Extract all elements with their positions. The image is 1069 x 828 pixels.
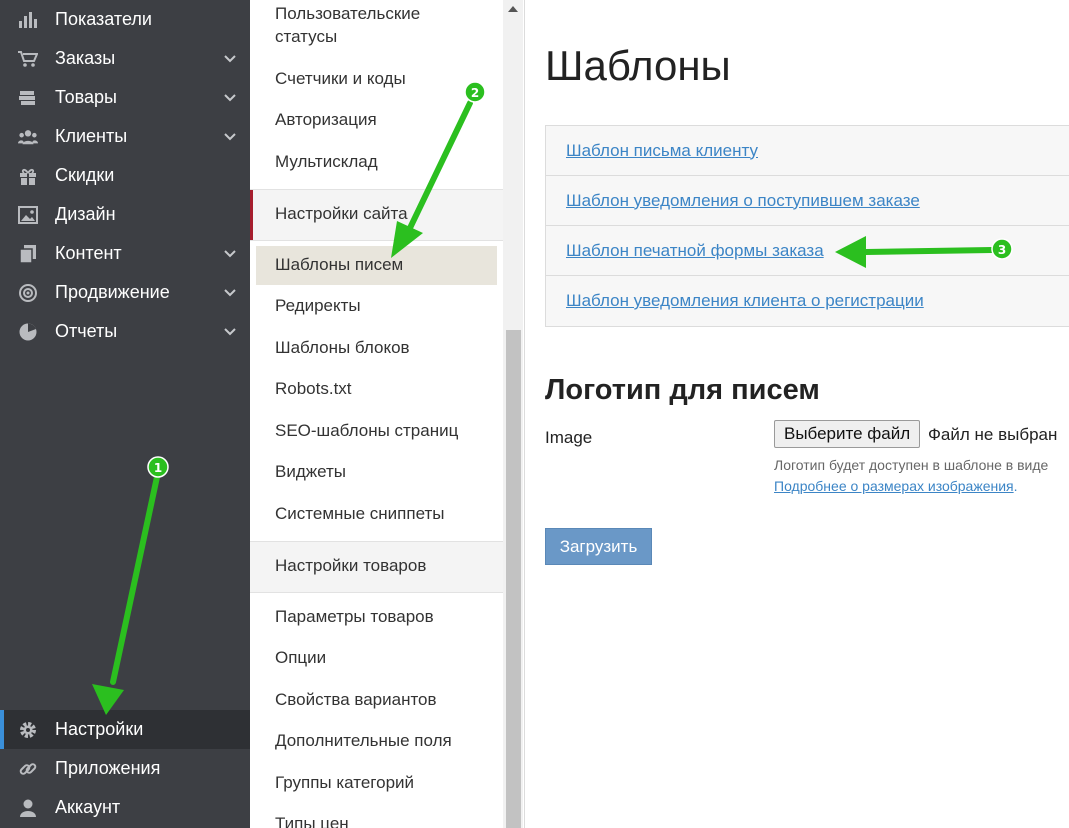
page-title: Шаблоны xyxy=(545,42,731,89)
template-row: Шаблон уведомления о поступившем заказе xyxy=(546,176,1069,226)
sidebar-item-label: Скидки xyxy=(55,165,115,185)
submenu-item-seo-templates[interactable]: SEO-шаблоны страниц xyxy=(275,419,458,443)
submenu-item-extra-fields[interactable]: Дополнительные поля xyxy=(275,729,452,753)
scroll-up-arrow-icon[interactable] xyxy=(508,6,518,12)
chevron-down-icon xyxy=(224,328,236,336)
upload-button[interactable]: Загрузить xyxy=(545,528,652,565)
submenu-item-category-groups[interactable]: Группы категорий xyxy=(275,771,414,795)
image-size-link[interactable]: Подробнее о размерах изображения xyxy=(774,478,1014,494)
submenu-section-site-settings[interactable]: Настройки сайта xyxy=(250,189,503,241)
submenu-item-price-types[interactable]: Типы цен xyxy=(275,812,349,828)
sidebar-item-label: Дизайн xyxy=(55,204,116,224)
image-icon xyxy=(18,205,38,225)
link-icon xyxy=(18,759,38,779)
chevron-down-icon xyxy=(224,289,236,297)
scrollbar-thumb[interactable] xyxy=(506,330,521,828)
choose-file-button[interactable]: Выберите файл xyxy=(774,420,921,448)
template-link-new-order[interactable]: Шаблон уведомления о поступившем заказе xyxy=(566,191,920,211)
books-icon xyxy=(18,88,38,108)
template-link-client-email[interactable]: Шаблон письма клиенту xyxy=(566,141,758,161)
logo-size-info: Подробнее о размерах изображения. xyxy=(774,478,1018,494)
submenu-item-product-params[interactable]: Параметры товаров xyxy=(275,605,434,629)
sidebar-item-design[interactable]: Дизайн xyxy=(0,195,250,234)
main-sidebar: Показатели Заказы Товары Клиенты Скидки … xyxy=(0,0,250,828)
chevron-down-icon xyxy=(224,94,236,102)
template-link-registration[interactable]: Шаблон уведомления клиента о регистрации xyxy=(566,291,924,311)
sidebar-item-products[interactable]: Товары xyxy=(0,78,250,117)
pages-icon xyxy=(18,244,38,264)
file-status-text: Файл не выбран xyxy=(928,425,1058,444)
submenu-item-block-templates[interactable]: Шаблоны блоков xyxy=(275,336,410,360)
submenu-item-robots[interactable]: Robots.txt xyxy=(275,377,352,401)
sidebar-item-label: Товары xyxy=(55,87,117,107)
settings-submenu: Пользовательские статусы Счетчики и коды… xyxy=(250,0,525,828)
section-label: Настройки товаров xyxy=(275,556,427,575)
submenu-item-custom-statuses-line2[interactable]: статусы xyxy=(275,25,337,49)
sidebar-item-discounts[interactable]: Скидки xyxy=(0,156,250,195)
sidebar-item-reports[interactable]: Отчеты xyxy=(0,312,250,351)
logo-hint-text: Логотип будет доступен в шаблоне в виде xyxy=(774,457,1049,473)
sidebar-item-label: Продвижение xyxy=(55,282,170,302)
chevron-down-icon xyxy=(224,250,236,258)
pie-chart-icon xyxy=(18,322,38,342)
submenu-item-options[interactable]: Опции xyxy=(275,646,326,670)
sidebar-item-content[interactable]: Контент xyxy=(0,234,250,273)
users-icon xyxy=(18,127,38,147)
submenu-item-custom-statuses[interactable]: Пользовательские xyxy=(275,2,420,26)
bar-chart-icon xyxy=(18,10,38,30)
sidebar-item-promotion[interactable]: Продвижение xyxy=(0,273,250,312)
sidebar-item-label: Приложения xyxy=(55,758,161,778)
submenu-item-email-templates[interactable]: Шаблоны писем xyxy=(275,253,403,277)
submenu-section-product-settings[interactable]: Настройки товаров xyxy=(250,541,503,593)
sidebar-item-settings[interactable]: Настройки xyxy=(0,710,250,749)
sidebar-item-label: Отчеты xyxy=(55,321,118,341)
submenu-item-multistock[interactable]: Мультисклад xyxy=(275,150,378,174)
submenu-item-system-snippets[interactable]: Системные сниппеты xyxy=(275,502,445,526)
cart-icon xyxy=(18,49,38,69)
chevron-down-icon xyxy=(224,133,236,141)
template-row: Шаблон печатной формы заказа xyxy=(546,226,1069,276)
sidebar-item-label: Заказы xyxy=(55,48,116,68)
sidebar-item-label: Показатели xyxy=(55,9,152,29)
section-label: Настройки сайта xyxy=(275,204,408,223)
submenu-item-counters[interactable]: Счетчики и коды xyxy=(275,67,406,91)
template-row: Шаблон письма клиенту xyxy=(546,126,1069,176)
submenu-item-redirects[interactable]: Редиректы xyxy=(275,294,361,318)
template-row: Шаблон уведомления клиента о регистрации xyxy=(546,276,1069,326)
main-content: Шаблоны Шаблон письма клиенту Шаблон уве… xyxy=(525,0,1069,828)
sidebar-item-label: Настройки xyxy=(55,719,144,739)
submenu-item-variant-properties[interactable]: Свойства вариантов xyxy=(275,688,437,712)
sidebar-item-dashboard[interactable]: Показатели xyxy=(0,0,250,39)
submenu-item-widgets[interactable]: Виджеты xyxy=(275,460,346,484)
sidebar-item-account[interactable]: Аккаунт xyxy=(0,788,250,827)
user-icon xyxy=(18,798,38,818)
sidebar-item-label: Контент xyxy=(55,243,122,263)
sidebar-item-clients[interactable]: Клиенты xyxy=(0,117,250,156)
sidebar-item-label: Клиенты xyxy=(55,126,128,146)
template-link-print-form[interactable]: Шаблон печатной формы заказа xyxy=(566,241,824,261)
templates-list: Шаблон письма клиенту Шаблон уведомления… xyxy=(545,125,1069,327)
chevron-down-icon xyxy=(224,55,236,63)
gear-icon xyxy=(18,720,38,740)
submenu-item-authorization[interactable]: Авторизация xyxy=(275,108,377,132)
gift-icon xyxy=(18,166,38,186)
sidebar-item-orders[interactable]: Заказы xyxy=(0,39,250,78)
sidebar-item-label: Аккаунт xyxy=(55,797,121,817)
image-field-label: Image xyxy=(545,428,593,447)
logo-section-title: Логотип для писем xyxy=(545,374,820,406)
target-icon xyxy=(18,283,38,303)
link-suffix: . xyxy=(1013,478,1018,494)
sidebar-item-apps[interactable]: Приложения xyxy=(0,749,250,788)
